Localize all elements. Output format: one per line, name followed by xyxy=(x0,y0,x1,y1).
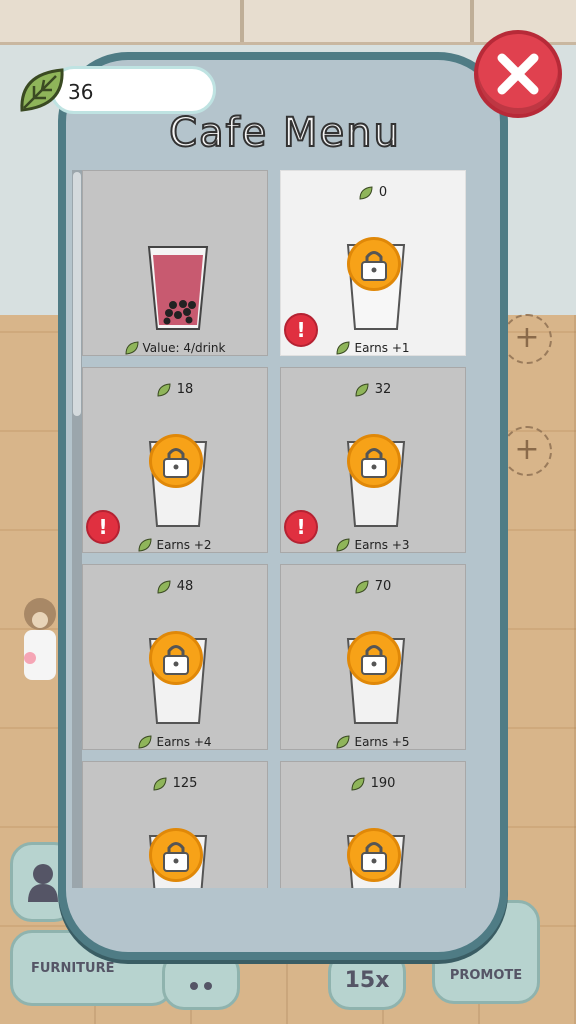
boba-drink-icon xyxy=(147,246,209,330)
leaf-icon xyxy=(138,735,152,749)
menu-item-card[interactable]: 0 ! Earns +1 xyxy=(280,170,466,356)
background-ceiling xyxy=(0,0,576,45)
menu-item-card[interactable]: 32 ! Earns +3 xyxy=(280,367,466,553)
bear-character-icon xyxy=(24,598,56,680)
promote-label: PROMOTE xyxy=(449,968,523,983)
leaf-icon xyxy=(355,579,369,594)
lock-icon xyxy=(163,448,189,478)
item-cost: 18 xyxy=(83,382,267,397)
lock-icon xyxy=(361,448,387,478)
leaf-icon xyxy=(359,185,373,200)
menu-item-card[interactable]: 18 ! Earns +2 xyxy=(82,367,268,553)
lock-icon xyxy=(361,842,387,872)
leaf-icon xyxy=(125,341,139,355)
close-icon xyxy=(497,53,539,95)
lock-icon xyxy=(163,645,189,675)
ceiling-beam xyxy=(470,0,474,42)
menu-item-card[interactable]: 190 xyxy=(280,761,466,888)
menu-grid[interactable]: Value: 4/drink 0 ! Earns +1 18 ! Earns +… xyxy=(72,170,468,888)
item-cost: 70 xyxy=(281,579,465,594)
furniture-button-label: FURNITURE xyxy=(31,960,115,976)
menu-item-card[interactable]: Value: 4/drink xyxy=(82,170,268,356)
item-earns-label: Earns +4 xyxy=(156,734,212,749)
item-earns-label: Earns +5 xyxy=(354,734,410,749)
lock-button[interactable] xyxy=(347,434,401,488)
leaf-icon xyxy=(138,538,152,552)
item-value-label: Value: 4/drink xyxy=(142,340,226,355)
item-earns-label: Earns +3 xyxy=(354,537,410,552)
item-earns: Earns +1 xyxy=(281,341,465,356)
item-earns-label: Earns +1 xyxy=(354,340,410,355)
lock-icon xyxy=(361,251,387,281)
lock-icon xyxy=(163,842,189,872)
add-slot-icon: + xyxy=(502,314,552,364)
menu-item-card[interactable]: 125 xyxy=(82,761,268,888)
item-cost-value: 18 xyxy=(176,382,194,397)
item-value: Value: 4/drink xyxy=(83,341,267,356)
item-cost-value: 125 xyxy=(172,776,198,791)
leaf-icon xyxy=(20,68,64,112)
item-earns-label: Earns +2 xyxy=(156,537,212,552)
lock-button[interactable] xyxy=(347,237,401,291)
page-title: Cafe Menu xyxy=(168,109,401,157)
menu-item-card[interactable]: 48 Earns +4 xyxy=(82,564,268,750)
leaf-count: 36 xyxy=(68,80,94,104)
close-button[interactable] xyxy=(474,30,562,118)
leaf-icon xyxy=(351,776,365,791)
leaf-icon xyxy=(153,776,167,791)
menu-item-card[interactable]: 70 Earns +5 xyxy=(280,564,466,750)
item-cost-value: 0 xyxy=(378,185,388,200)
item-earns: Earns +2 xyxy=(83,538,267,553)
item-earns: Earns +4 xyxy=(83,735,267,750)
lock-button[interactable] xyxy=(149,828,203,882)
item-earns: Earns +3 xyxy=(281,538,465,553)
item-cost: 190 xyxy=(281,776,465,791)
lock-button[interactable] xyxy=(347,631,401,685)
leaf-icon xyxy=(336,735,350,749)
item-cost-value: 190 xyxy=(370,776,396,791)
add-slot-icon: + xyxy=(502,426,552,476)
item-cost-value: 70 xyxy=(374,579,392,594)
item-earns: Earns +5 xyxy=(281,735,465,750)
leaf-icon xyxy=(355,382,369,397)
leaf-icon xyxy=(157,382,171,397)
item-cost-value: 48 xyxy=(176,579,194,594)
lock-button[interactable] xyxy=(149,434,203,488)
lock-icon xyxy=(361,645,387,675)
item-cost-value: 32 xyxy=(374,382,392,397)
leaf-icon xyxy=(336,538,350,552)
item-cost: 32 xyxy=(281,382,465,397)
item-cost: 0 xyxy=(281,185,465,200)
lock-button[interactable] xyxy=(347,828,401,882)
item-cost: 48 xyxy=(83,579,267,594)
multiplier-label: 15x xyxy=(344,967,390,993)
leaf-icon xyxy=(157,579,171,594)
ceiling-beam xyxy=(240,0,244,42)
cart-icon xyxy=(190,982,212,990)
person-icon xyxy=(28,864,58,902)
item-cost: 125 xyxy=(83,776,267,791)
lock-button[interactable] xyxy=(149,631,203,685)
leaf-icon xyxy=(336,341,350,355)
